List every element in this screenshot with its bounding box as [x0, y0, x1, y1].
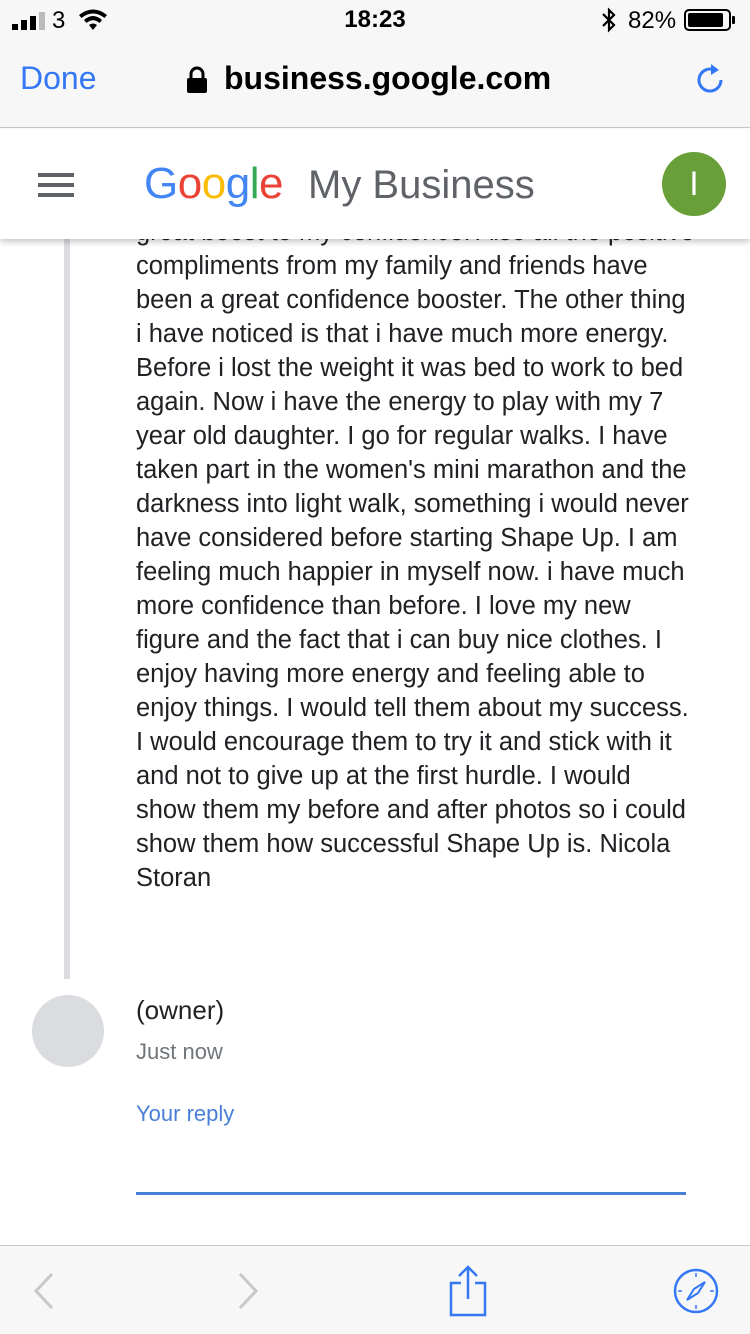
bluetooth-icon	[602, 7, 616, 33]
owner-name: (owner)	[136, 995, 225, 1025]
open-in-safari-button[interactable]	[656, 1246, 736, 1334]
owner-avatar	[32, 995, 104, 1067]
menu-icon[interactable]	[38, 173, 74, 199]
google-logo: Google	[144, 159, 283, 208]
reload-icon[interactable]	[692, 62, 728, 98]
chevron-right-icon	[238, 1272, 259, 1309]
chevron-left-icon	[33, 1272, 54, 1309]
forward-button[interactable]	[208, 1246, 288, 1334]
lock-icon	[187, 66, 207, 93]
thread-line	[64, 239, 70, 979]
browser-toolbar	[0, 1245, 750, 1334]
account-avatar[interactable]: I	[662, 152, 726, 216]
reply-label: Your reply	[136, 1101, 235, 1126]
share-icon	[449, 1264, 487, 1316]
battery-percent: 82%	[628, 7, 677, 34]
url-text[interactable]: business.google.com	[224, 60, 551, 97]
share-button[interactable]	[428, 1246, 508, 1334]
battery-icon	[684, 9, 735, 31]
review-text: great boost to my confidence. Also all t…	[136, 239, 695, 892]
compass-icon	[673, 1268, 719, 1313]
done-button[interactable]: Done	[20, 60, 97, 97]
review-content: great boost to my confidence. Also all t…	[0, 239, 750, 1245]
app-header: Google My Business I	[0, 129, 750, 239]
owner-timestamp: Just now	[136, 1039, 223, 1064]
status-bar: 3 18:23 82%	[0, 0, 750, 40]
reply-input[interactable]	[136, 1129, 686, 1195]
browser-url-bar: Done business.google.com	[0, 40, 750, 128]
back-button[interactable]	[4, 1246, 84, 1334]
product-name: My Business	[308, 163, 535, 207]
